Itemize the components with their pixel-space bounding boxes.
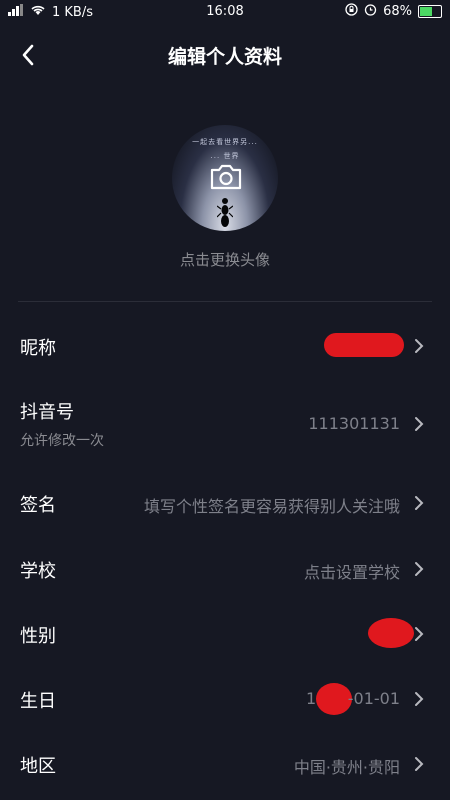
birthday-value-prefix: 1	[306, 689, 317, 708]
chevron-right-icon	[415, 339, 424, 353]
chevron-right-icon	[415, 417, 424, 431]
douyin-id-hint: 允许修改一次	[20, 433, 104, 449]
avatar-caption-line1: 一起去看世界另...	[192, 138, 258, 146]
douyin-id-value: 111301131	[308, 414, 400, 433]
nav-bar: 编辑个人资料	[0, 24, 450, 86]
birthday-value-suffix: -01-01	[347, 689, 400, 708]
gender-label: 性别	[20, 626, 56, 647]
school-placeholder: 点击设置学校	[303, 563, 400, 582]
chevron-right-icon	[415, 627, 424, 641]
region-row[interactable]: 地区 中国·贵州·贵阳	[0, 736, 450, 792]
lock-rotation-icon	[345, 3, 358, 20]
signature-label: 签名	[20, 495, 56, 516]
page-title: 编辑个人资料	[167, 46, 282, 68]
avatar-section: 一起去看世界另... ... 世界 点击更换头像	[0, 125, 450, 270]
battery-percent: 68%	[383, 4, 412, 19]
change-avatar-label[interactable]: 点击更换头像	[0, 249, 450, 270]
nickname-row[interactable]: 昵称	[0, 318, 450, 374]
birthday-redacted	[316, 683, 352, 715]
signature-row[interactable]: 签名 填写个性签名更容易获得别人关注哦	[0, 475, 450, 531]
douyin-id-label: 抖音号	[20, 402, 74, 423]
school-label: 学校	[20, 561, 56, 582]
avatar[interactable]: 一起去看世界另... ... 世界	[172, 125, 278, 231]
ant-figure-icon	[217, 198, 233, 227]
douyin-id-row[interactable]: 抖音号 允许修改一次 111301131	[0, 392, 450, 458]
camera-icon	[210, 164, 242, 190]
birthday-label: 生日	[20, 691, 56, 712]
chevron-right-icon	[415, 757, 424, 771]
region-value: 中国·贵州·贵阳	[293, 758, 400, 777]
school-row[interactable]: 学校 点击设置学校	[0, 541, 450, 597]
signature-placeholder: 填写个性签名更容易获得别人关注哦	[143, 497, 400, 516]
nickname-redacted	[324, 333, 404, 357]
nickname-label: 昵称	[20, 338, 56, 359]
gender-row[interactable]: 性别	[0, 606, 450, 662]
battery-fill	[420, 7, 433, 16]
status-bar: 1 KB/s 16:08 68%	[0, 0, 450, 24]
status-right: 68%	[345, 3, 442, 20]
chevron-right-icon	[415, 562, 424, 576]
gender-redacted	[368, 618, 414, 648]
region-label: 地区	[20, 756, 56, 777]
chevron-right-icon	[415, 692, 424, 706]
divider	[18, 301, 432, 302]
birthday-row[interactable]: 生日 1 -01-01	[0, 671, 450, 727]
chevron-right-icon	[415, 496, 424, 510]
battery-icon	[418, 5, 442, 18]
alarm-icon	[364, 3, 377, 20]
avatar-caption-line2: ... 世界	[210, 152, 240, 160]
